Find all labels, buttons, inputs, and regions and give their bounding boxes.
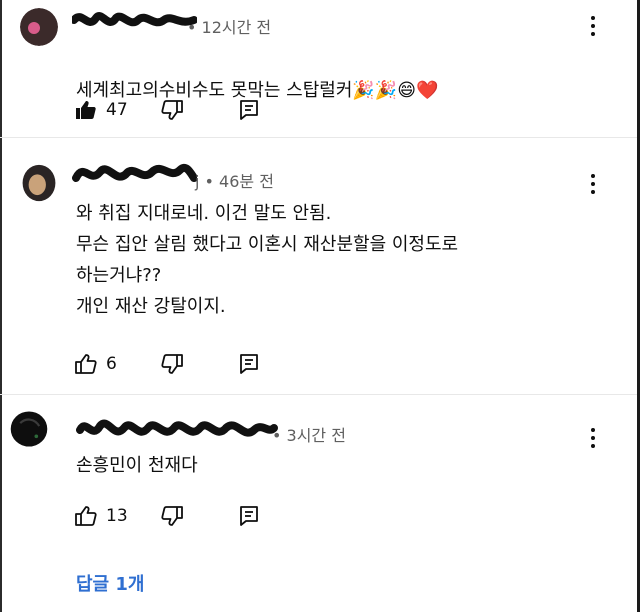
redacted-username (76, 419, 278, 437)
red-heart-emoji: ❤️ (416, 80, 439, 101)
comment-body: 와 취집 지대로네. 이건 말도 안됨. 무슨 집안 살림 했다고 이혼시 재산… (76, 203, 459, 317)
like-count: 13 (106, 506, 128, 526)
grinning-emoji: 😄 (397, 80, 417, 101)
comment-actions: 6 (74, 350, 274, 378)
reply-button[interactable] (237, 350, 261, 378)
like-count: 47 (106, 100, 128, 120)
dislike-button[interactable] (160, 350, 184, 378)
reply-button[interactable] (237, 96, 261, 124)
reply-icon (240, 354, 258, 374)
like-button[interactable]: 13 (74, 502, 128, 530)
comment-actions: 47 (74, 96, 274, 124)
comment-1: • 12시간 전 세계최고의수비수도 못막는 스탑럴커🎉🎉😄❤️ 47 (0, 0, 640, 125)
dislike-button[interactable] (160, 502, 184, 530)
like-count: 6 (106, 354, 117, 374)
divider (0, 137, 640, 138)
redacted-username (72, 12, 197, 27)
redacted-username (72, 163, 197, 182)
dislike-icon (161, 506, 183, 526)
like-button[interactable]: 47 (74, 96, 128, 124)
dislike-button[interactable] (160, 96, 184, 124)
more-options-icon[interactable] (585, 14, 601, 38)
comment-2: j • 46분 전 와 취집 지대로네. 이건 말도 안됨. 무슨 집안 살림 … (0, 150, 640, 390)
like-icon (75, 354, 97, 374)
party-popper-emoji: 🎉 (374, 80, 398, 101)
like-icon (76, 101, 96, 119)
avatar[interactable] (10, 410, 48, 448)
like-button[interactable]: 6 (74, 350, 117, 378)
avatar[interactable] (20, 164, 58, 202)
view-replies-link[interactable]: 답글 1개 (76, 570, 144, 596)
dislike-icon (161, 354, 183, 374)
comment-3: • 3시간 전 손흥민이 천재다 13 (0, 400, 640, 550)
more-options-icon[interactable] (585, 426, 601, 450)
like-icon (75, 506, 97, 526)
comment-time: • 3시간 전 (272, 426, 346, 445)
more-options-icon[interactable] (585, 172, 601, 196)
divider (0, 394, 640, 395)
reply-button[interactable] (237, 502, 261, 530)
comment-time: j • 46분 전 (195, 172, 274, 191)
reply-icon (240, 506, 258, 526)
comment-actions: 13 (74, 502, 274, 530)
party-popper-emoji: 🎉 (352, 80, 375, 101)
comment-time: • 12시간 전 (187, 18, 272, 37)
dislike-icon (161, 100, 183, 120)
avatar[interactable] (20, 8, 58, 46)
comment-body: 손흥민이 천재다 (76, 455, 198, 476)
reply-icon (240, 100, 258, 120)
